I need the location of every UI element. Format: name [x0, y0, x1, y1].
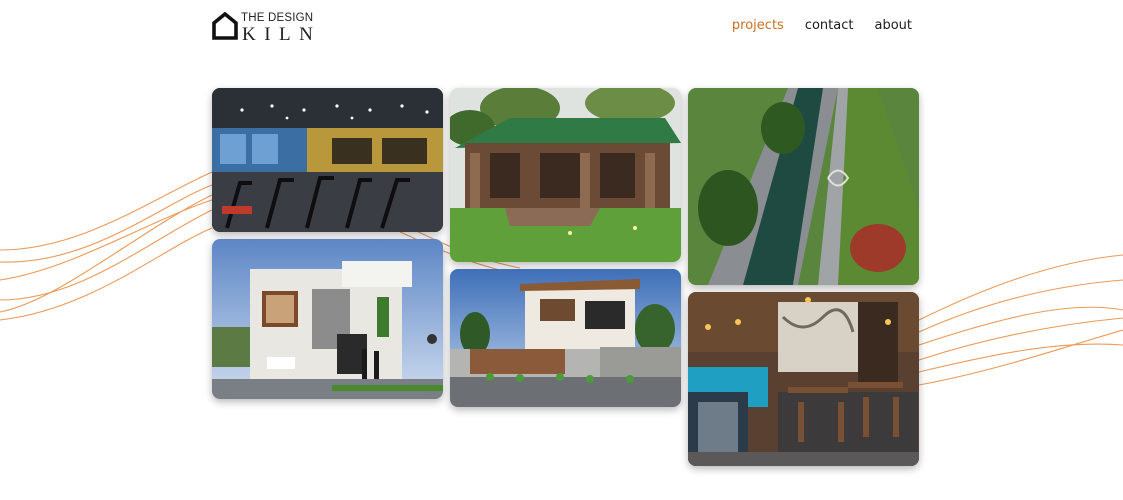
project-image-modern-house-gate [450, 269, 681, 407]
project-image-gym-interior [212, 88, 443, 232]
nav-projects[interactable]: projects [732, 18, 784, 33]
project-card-house-gate[interactable] [450, 269, 681, 407]
project-card-restaurant[interactable] [688, 292, 919, 466]
project-card-pavilion[interactable] [450, 88, 681, 262]
project-card-villa[interactable] [212, 239, 443, 399]
site-header: THE DESIGN KILN projects contact about [212, 12, 912, 45]
project-image-wooden-pavilion [450, 88, 681, 262]
project-image-canal-landscape [688, 88, 919, 285]
brand-line-1: THE DESIGN [241, 12, 314, 24]
main-nav: projects contact about [711, 18, 912, 33]
house-outline-icon [212, 12, 238, 40]
brand-logo[interactable]: THE DESIGN KILN [212, 12, 322, 45]
brand-line-2: KILN [242, 24, 322, 45]
nav-contact[interactable]: contact [805, 18, 854, 33]
project-card-canal[interactable] [688, 88, 919, 285]
project-card-gym[interactable] [212, 88, 443, 232]
project-image-restaurant-interior [688, 292, 919, 466]
project-image-modern-villa-white [212, 239, 443, 399]
nav-about[interactable]: about [874, 18, 912, 33]
